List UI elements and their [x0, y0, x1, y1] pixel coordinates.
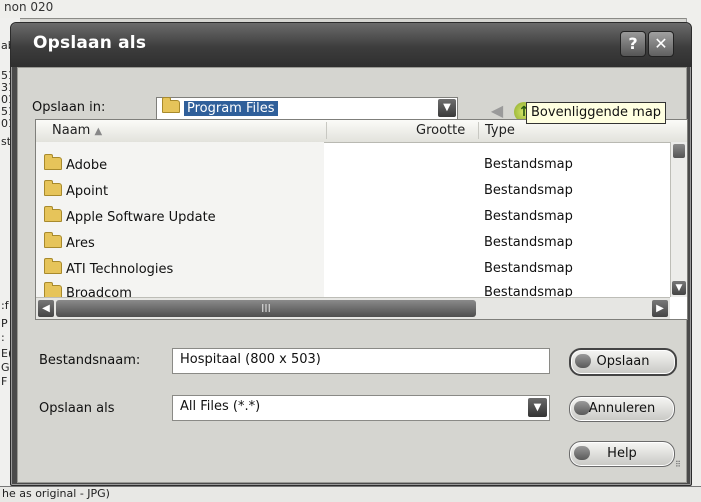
file-list[interactable]: Naam ▲ Grootte Type Adobe Bestandsmap Ap…: [35, 119, 688, 320]
filename-value: Hospitaal (800 x 503): [180, 352, 321, 367]
scroll-down-icon[interactable]: ▼: [672, 281, 686, 295]
background-bottom-text: he as original - JPG): [2, 487, 110, 500]
tooltip: Bovenliggende map: [526, 102, 667, 124]
save-in-value: Program Files: [184, 101, 278, 116]
file-name: Broadcom: [66, 286, 132, 297]
file-type: Bestandsmap: [484, 235, 573, 250]
folder-icon: [162, 97, 180, 113]
save-in-value-wrap: Program Files: [162, 97, 278, 116]
bg-fragment: P: [1, 317, 8, 330]
cancel-button[interactable]: Annuleren: [569, 396, 675, 422]
file-type: Bestandsmap: [484, 209, 573, 224]
bg-fragment: :f: [1, 299, 9, 312]
folder-icon: [44, 180, 62, 196]
list-item[interactable]: ATI Technologies Bestandsmap: [36, 258, 636, 284]
folder-icon: [44, 258, 62, 274]
background-top-text: non 020: [4, 0, 54, 14]
horizontal-scrollbar[interactable]: ◀ III ▶: [36, 297, 670, 319]
file-name: Apple Software Update: [66, 210, 216, 225]
filename-field[interactable]: Hospitaal (800 x 503): [172, 348, 550, 374]
bg-fragment: :: [1, 331, 5, 344]
column-separator[interactable]: [326, 122, 327, 139]
folder-icon: [44, 154, 62, 170]
save-button-label: Opslaan: [596, 354, 650, 369]
help-button[interactable]: Help: [569, 441, 675, 467]
dialog-titlebar[interactable]: Opslaan als ? ✕: [11, 23, 691, 67]
column-separator[interactable]: [478, 122, 479, 139]
dialog-title: Opslaan als: [33, 33, 147, 53]
cancel-button-label: Annuleren: [588, 401, 656, 416]
sort-up-icon: ▲: [94, 126, 103, 137]
help-button-label: Help: [607, 446, 637, 461]
list-item[interactable]: Adobe Bestandsmap: [36, 154, 636, 180]
file-type: Bestandsmap: [484, 285, 573, 297]
bg-fragment: G: [1, 361, 10, 374]
folder-icon: [44, 206, 62, 222]
scroll-right-icon[interactable]: ▶: [652, 300, 668, 317]
column-name[interactable]: Naam ▲: [52, 123, 102, 138]
help-title-button[interactable]: ?: [620, 31, 646, 57]
column-size[interactable]: Grootte: [416, 123, 465, 138]
file-name: Adobe: [66, 158, 108, 173]
filetype-select[interactable]: All Files (*.*) ▼: [172, 395, 550, 421]
filetype-value: All Files (*.*): [180, 399, 261, 414]
file-name: ATI Technologies: [66, 262, 174, 277]
save-in-label: Opslaan in:: [32, 100, 106, 115]
chevron-down-icon[interactable]: ▼: [528, 398, 547, 417]
background-bottom-bar: he as original - JPG): [0, 486, 701, 502]
vertical-scrollbar[interactable]: ▼: [670, 142, 687, 297]
scroll-thumb[interactable]: [673, 144, 685, 158]
chevron-down-icon[interactable]: ▼: [438, 99, 456, 117]
filename-label: Bestandsnaam:: [39, 353, 141, 368]
save-in-combobox[interactable]: Program Files ▼: [156, 97, 458, 121]
save-button[interactable]: Opslaan: [569, 348, 677, 376]
filetype-label: Opslaan als: [39, 401, 115, 416]
scroll-left-icon[interactable]: ◀: [38, 300, 54, 317]
list-item[interactable]: Ares Bestandsmap: [36, 232, 636, 258]
bg-fragment: F: [1, 375, 8, 388]
file-type: Bestandsmap: [484, 183, 573, 198]
file-type: Bestandsmap: [484, 157, 573, 172]
list-item[interactable]: Apoint Bestandsmap: [36, 180, 636, 206]
background-topbar: non 020: [0, 0, 701, 19]
column-type[interactable]: Type: [485, 123, 515, 138]
scroll-thumb[interactable]: III: [56, 300, 476, 317]
save-as-dialog: Opslaan als ? ✕ Opslaan in: Program File…: [10, 22, 692, 486]
resize-grip-icon[interactable]: ⠿: [675, 461, 687, 475]
folder-icon: [44, 232, 62, 248]
file-name: Apoint: [66, 184, 109, 199]
file-type: Bestandsmap: [484, 261, 573, 276]
file-name: Ares: [66, 236, 95, 251]
list-item[interactable]: Broadcom Bestandsmap: [36, 282, 636, 297]
close-button[interactable]: ✕: [648, 31, 674, 57]
list-item[interactable]: Apple Software Update Bestandsmap: [36, 206, 636, 232]
folder-icon: [44, 282, 62, 297]
